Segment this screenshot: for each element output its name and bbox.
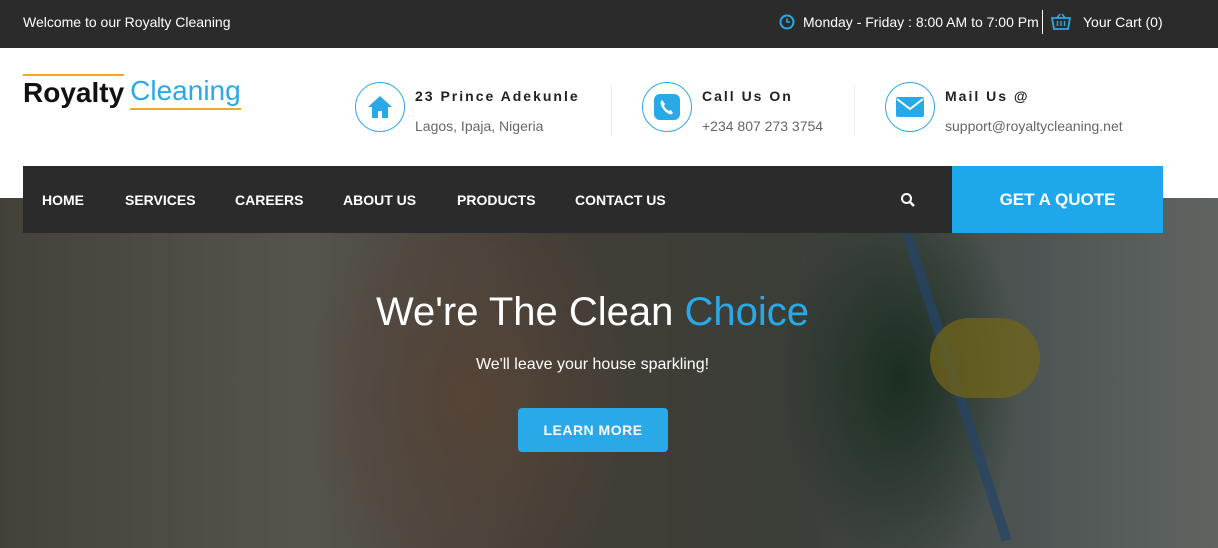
topbar-divider <box>1042 10 1043 34</box>
learn-more-button[interactable]: LEARN MORE <box>518 408 668 452</box>
nav-item-home[interactable]: HOME <box>42 192 84 208</box>
nav-item-services[interactable]: SERVICES <box>125 192 196 208</box>
info-divider <box>854 84 855 136</box>
business-hours: Monday - Friday : 8:00 AM to 7:00 Pm <box>779 14 1039 30</box>
hero-tagline: We'll leave your house sparkling! <box>475 356 710 373</box>
cart-link[interactable]: Your Cart (0) <box>1051 13 1163 31</box>
nav-item-careers[interactable]: CAREERS <box>235 192 303 208</box>
home-icon <box>368 96 392 118</box>
mail-icon-circle <box>885 82 935 132</box>
mail-address[interactable]: support@royaltycleaning.net <box>945 118 1123 134</box>
address-title: 23 Prince Adekunle <box>415 88 580 104</box>
logo-text-royalty: Royalty <box>23 74 125 110</box>
home-icon-circle <box>355 82 405 132</box>
hours-text: Monday - Friday : 8:00 AM to 7:00 Pm <box>803 14 1039 30</box>
nav-item-products[interactable]: PRODUCTS <box>457 192 536 208</box>
mail-title: Mail Us @ <box>945 88 1030 104</box>
phone-icon-circle <box>642 82 692 132</box>
logo-text-cleaning: Cleaning <box>130 74 241 110</box>
search-icon[interactable] <box>900 192 916 208</box>
cart-icon <box>1051 13 1071 30</box>
phone-title: Call Us On <box>702 88 793 104</box>
cart-label: Your Cart (0) <box>1083 14 1163 30</box>
top-bar: Welcome to our Royalty Cleaning Monday -… <box>0 0 1218 48</box>
hero-title-accent: Choice <box>684 290 810 334</box>
clock-icon <box>779 14 795 30</box>
info-divider <box>611 84 612 136</box>
welcome-text: Welcome to our Royalty Cleaning <box>23 14 231 30</box>
hero-title: We're The Clean Choice <box>0 290 1185 335</box>
nav-item-contact-us[interactable]: CONTACT US <box>575 192 666 208</box>
address-subtitle: Lagos, Ipaja, Nigeria <box>415 118 544 134</box>
nav-item-about-us[interactable]: ABOUT US <box>343 192 416 208</box>
site-logo[interactable]: Royalty Cleaning <box>23 74 241 110</box>
hero-banner: We're The Clean Choice We'll leave your … <box>0 198 1218 548</box>
phone-number[interactable]: +234 807 273 3754 <box>702 118 823 134</box>
main-nav: HOME SERVICES CAREERS ABOUT US PRODUCTS … <box>23 166 952 233</box>
hero-title-main: We're The Clean <box>375 290 685 334</box>
phone-icon <box>654 94 680 120</box>
mail-icon <box>896 97 924 117</box>
get-a-quote-button[interactable]: GET A QUOTE <box>952 166 1163 233</box>
